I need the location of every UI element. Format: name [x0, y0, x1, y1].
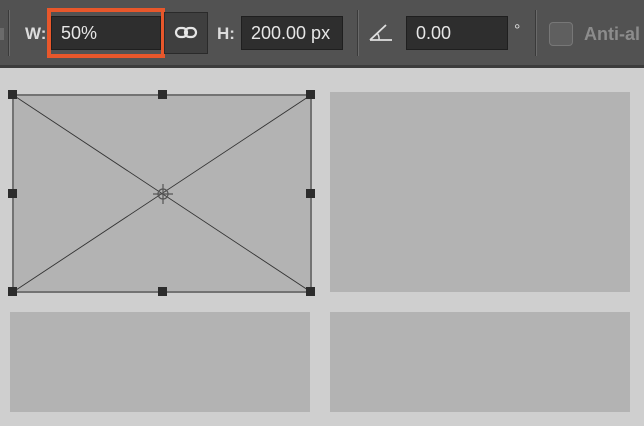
transform-handle-bottom-center[interactable]	[158, 287, 167, 296]
crosshair-reference-point-icon[interactable]	[151, 182, 175, 206]
link-chain-icon	[174, 26, 198, 39]
width-input-highlight	[47, 8, 165, 58]
toolbar-edge-marker	[0, 28, 4, 40]
angle-input[interactable]: 0.00	[406, 16, 508, 50]
transform-handle-middle-right[interactable]	[306, 189, 315, 198]
transform-handle-top-left[interactable]	[8, 90, 17, 99]
image-frame-bottom-right	[330, 312, 630, 412]
transform-bounding-box[interactable]	[12, 94, 312, 293]
transform-handle-bottom-right[interactable]	[306, 287, 315, 296]
image-frame-top-right	[330, 92, 630, 292]
angle-icon	[369, 24, 392, 41]
width-label: W:	[25, 24, 47, 43]
transform-handle-bottom-left[interactable]	[8, 287, 17, 296]
transform-handle-middle-left[interactable]	[8, 189, 17, 198]
transform-handle-top-center[interactable]	[158, 90, 167, 99]
height-input[interactable]: 200.00 px	[241, 16, 343, 50]
options-bar: W: 50% H: 200.00 px 0.00 ° Anti-al	[0, 0, 644, 68]
image-frame-bottom-left	[10, 312, 310, 412]
anti-alias-label: Anti-al	[584, 24, 640, 44]
toolbar-separator	[357, 10, 358, 56]
toolbar-separator	[535, 10, 536, 56]
anti-alias-checkbox[interactable]	[549, 22, 573, 46]
toolbar-separator	[8, 10, 9, 56]
link-aspect-button[interactable]	[164, 12, 208, 54]
height-label: H:	[217, 24, 235, 43]
transform-handle-top-right[interactable]	[306, 90, 315, 99]
degree-symbol: °	[514, 22, 521, 39]
